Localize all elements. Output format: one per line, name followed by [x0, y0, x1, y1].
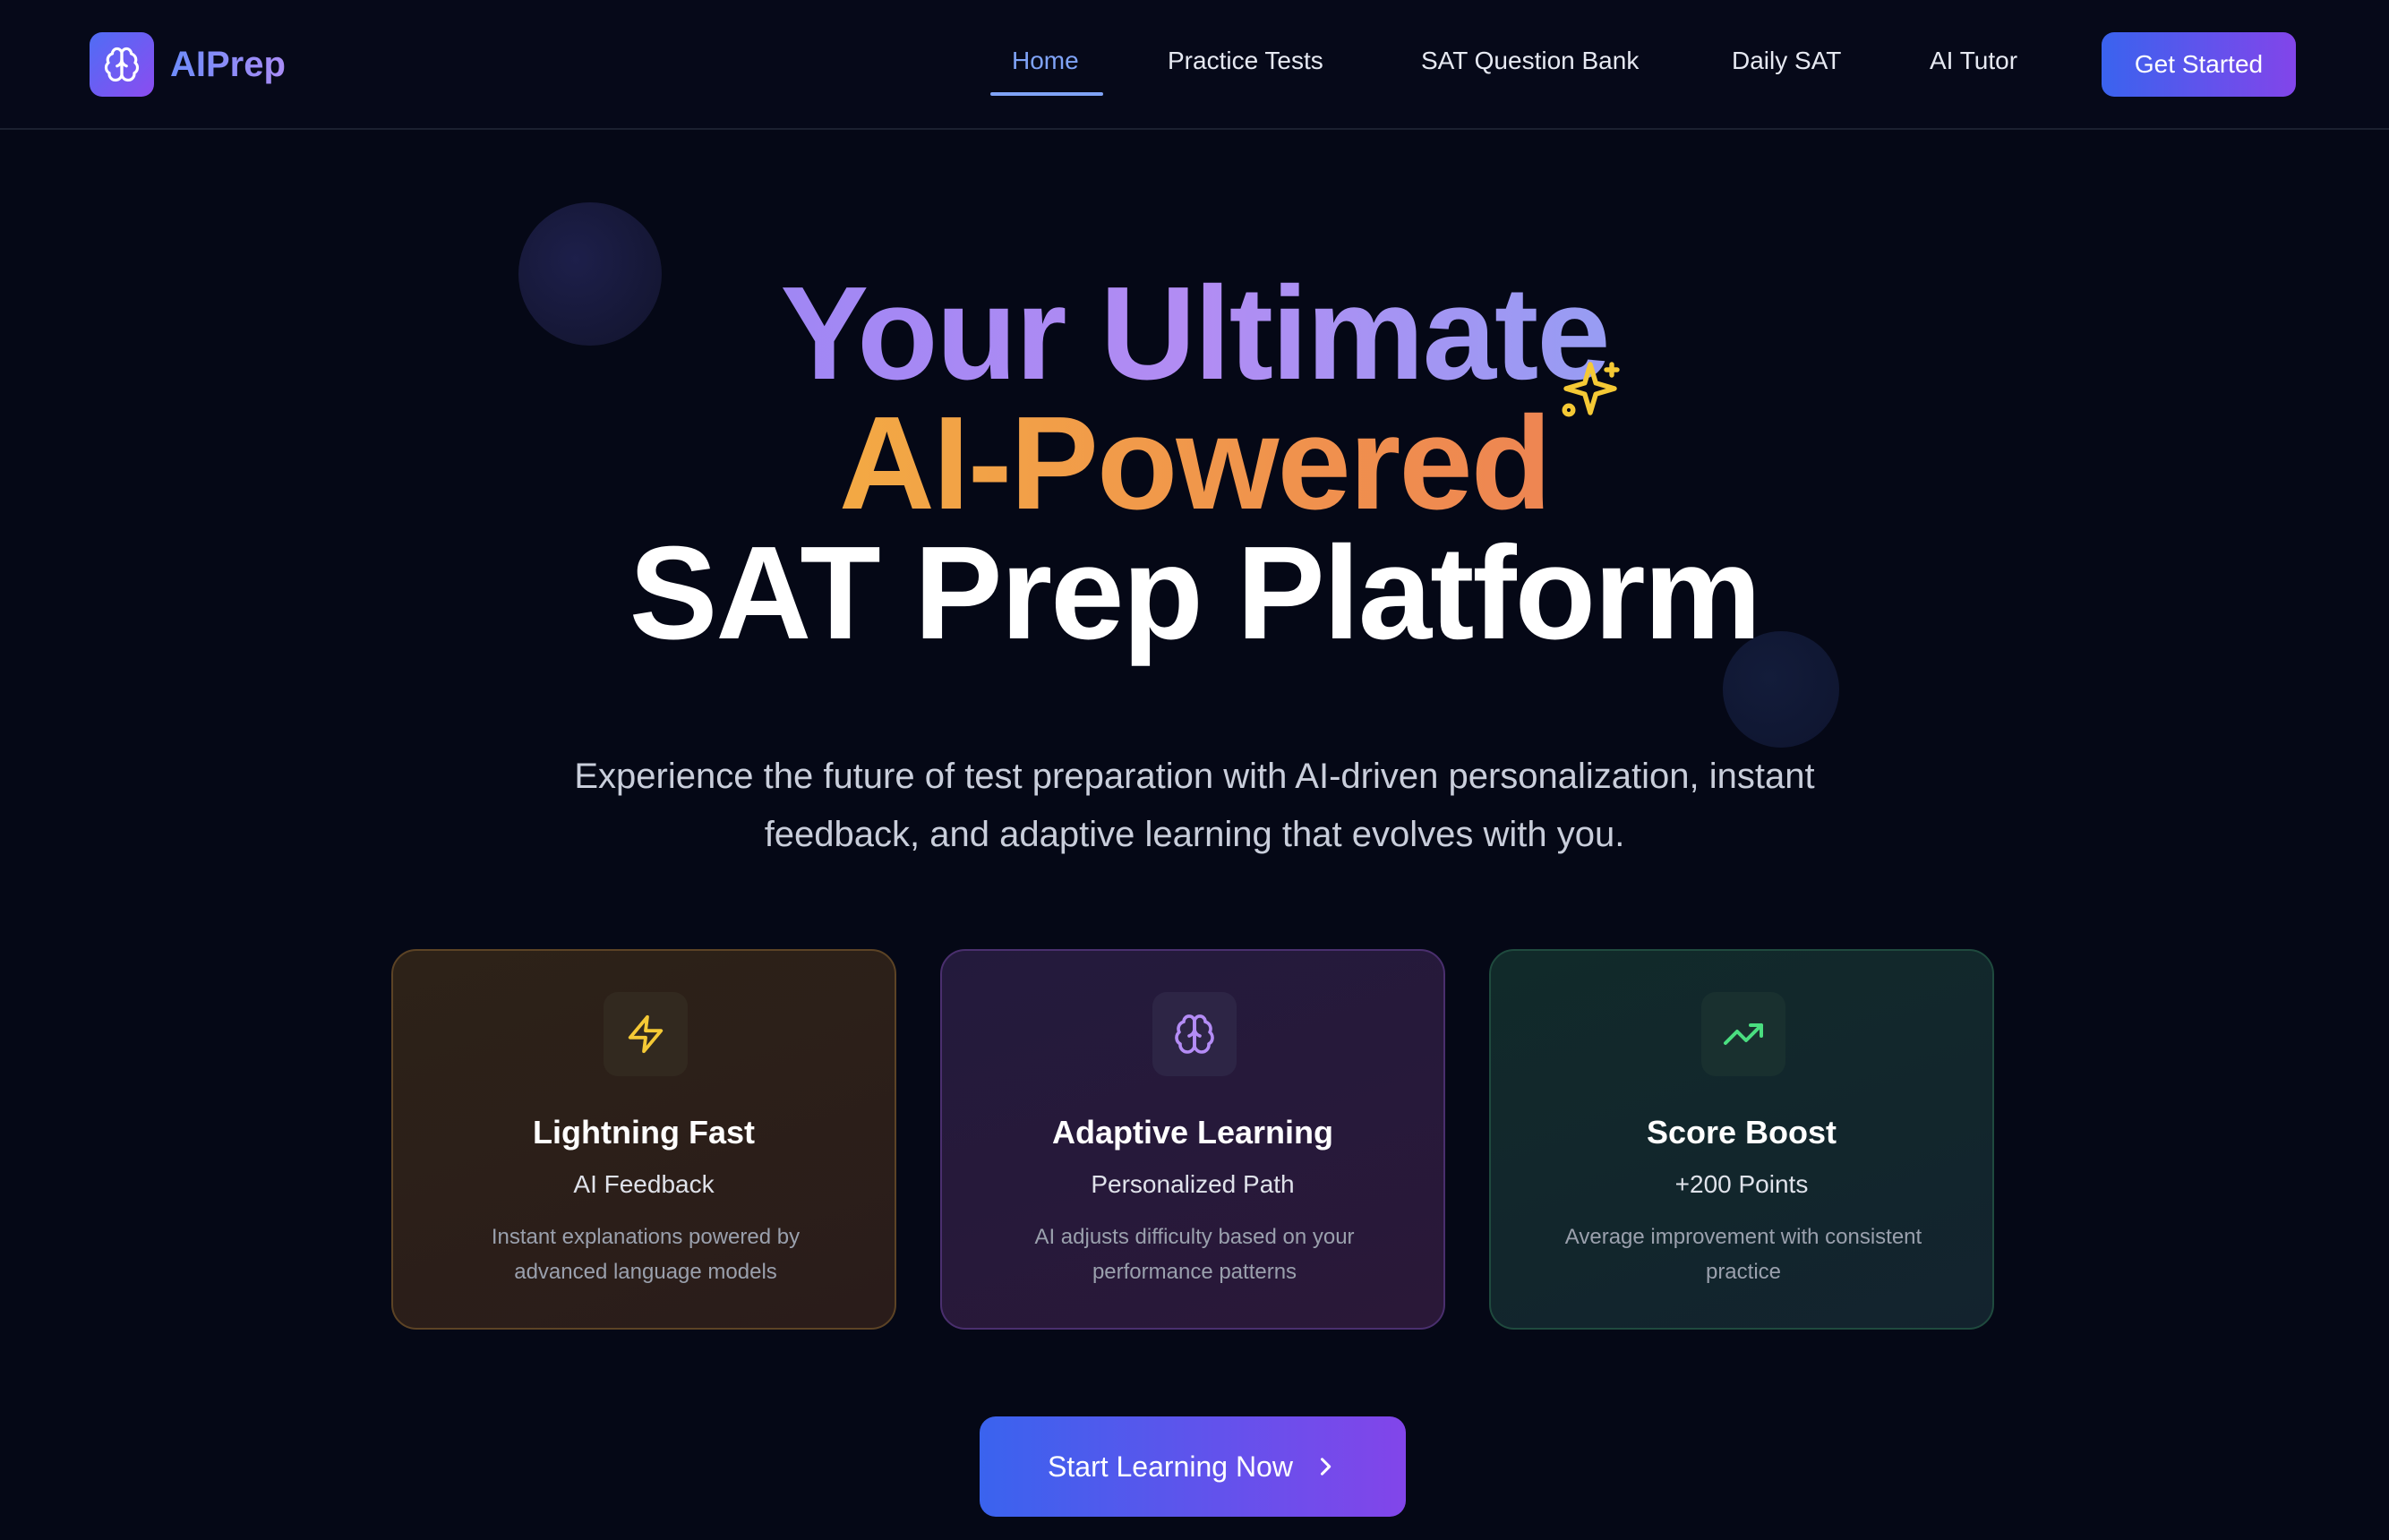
brain-icon	[1152, 992, 1237, 1076]
feature-card-score-boost: Score Boost +200 Points Average improvem…	[1489, 949, 1994, 1330]
nav-link-ai-tutor[interactable]: AI Tutor	[1930, 47, 2017, 75]
nav-active-indicator	[990, 92, 1103, 96]
hero-title-line-2: AI-Powered	[0, 398, 2389, 530]
chevron-right-icon	[1320, 1458, 1332, 1476]
nav-link-daily-sat[interactable]: Daily SAT	[1732, 47, 1841, 75]
feature-description: Instant explanations powered by advanced…	[491, 1225, 801, 1284]
feature-title: Score Boost	[1646, 1114, 1837, 1151]
hero-title-line-1: Your Ultimate	[0, 268, 2389, 400]
feature-card-lightning-fast: Lightning Fast AI Feedback Instant expla…	[391, 949, 896, 1330]
page: AIPrep Home Practice Tests SAT Question …	[0, 0, 2389, 1540]
brand-name: AIPrep	[170, 44, 286, 84]
start-learning-label: Start Learning Now	[1048, 1450, 1293, 1483]
navbar: AIPrep Home Practice Tests SAT Question …	[0, 0, 2389, 130]
brain-logo-icon	[90, 32, 154, 97]
trending-up-icon	[1701, 992, 1785, 1076]
start-learning-button[interactable]: Start Learning Now	[980, 1416, 1406, 1517]
hero-subtitle-line-1: Experience the future of test preparatio…	[574, 757, 1815, 796]
feature-subtitle: Personalized Path	[1091, 1170, 1295, 1198]
feature-card-adaptive-learning: Adaptive Learning Personalized Path AI a…	[940, 949, 1445, 1330]
feature-description: Average improvement with consistent prac…	[1564, 1225, 1922, 1284]
sparkle-icon	[1562, 362, 1620, 417]
get-started-button[interactable]: Get Started	[2102, 32, 2296, 97]
feature-description: AI adjusts difficulty based on your perf…	[1034, 1225, 1355, 1284]
hero-title-line-3: SAT Prep Platform	[629, 519, 1762, 667]
feature-title: Adaptive Learning	[1051, 1114, 1334, 1151]
brand[interactable]: AIPrep	[90, 32, 286, 97]
nav-link-practice-tests[interactable]: Practice Tests	[1168, 47, 1323, 75]
hero-title: Your Ultimate AI-Powered SAT Prep Platfo…	[0, 268, 2389, 667]
feature-title: Lightning Fast	[533, 1114, 755, 1151]
hero-subtitle-line-2: feedback, and adaptive learning that evo…	[764, 815, 1625, 854]
nav-link-home[interactable]: Home	[1012, 47, 1079, 75]
hero-subtitle: Experience the future of test preparatio…	[537, 748, 1852, 864]
nav-link-sat-question-bank[interactable]: SAT Question Bank	[1421, 47, 1639, 75]
feature-subtitle: AI Feedback	[573, 1170, 715, 1198]
feature-subtitle: +200 Points	[1674, 1170, 1809, 1198]
lightning-icon	[604, 992, 688, 1076]
